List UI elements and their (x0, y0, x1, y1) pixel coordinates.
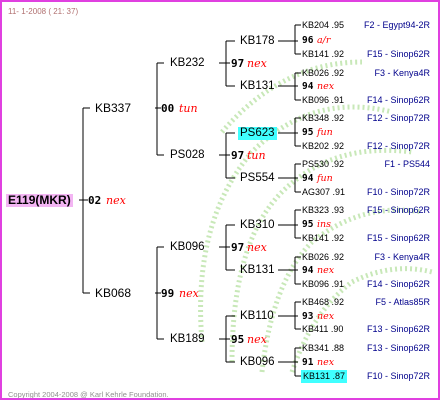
gen3-name[interactable]: PS554 (240, 172, 275, 185)
gen2-year: 97 (231, 149, 245, 162)
gen4-name[interactable]: KB323 .93 (302, 204, 344, 217)
gen3-name[interactable]: KB310 (240, 219, 275, 232)
gen4-name[interactable]: KB141 .92 (302, 48, 344, 61)
gen4-name[interactable]: KB026 .92 (302, 67, 344, 80)
gen4-race: F12 - Sinop72R (366, 113, 430, 123)
gen4-race: F13 - Sinop62R (366, 343, 430, 353)
gen4-race: F5 - Atlas85R (375, 297, 430, 307)
gen4-name[interactable]: KB096 .91 (302, 94, 344, 107)
gen2-year: 95 (231, 333, 245, 346)
gen2-note: nex (247, 241, 267, 254)
gen2-year: 97 (231, 241, 245, 254)
root-note: nex (106, 194, 126, 207)
gen4-race: F10 - Sinop72R (366, 371, 430, 381)
sire-year: 00 (161, 102, 175, 115)
gen3-note: nex (317, 81, 335, 92)
gen2-name[interactable]: KB189 (170, 333, 205, 346)
gen2-name[interactable]: KB096 (170, 241, 205, 254)
gen4-name[interactable]: AG307 .91 (302, 186, 345, 199)
gen4-race: F13 - Sinop62R (366, 324, 430, 334)
dam-name[interactable]: KB068 (95, 287, 131, 300)
gen3-name[interactable]: KB096 (240, 356, 275, 369)
gen3-note: fun (317, 127, 333, 138)
gen3-note: a/r (317, 35, 331, 46)
gen3-name[interactable]: KB131 (240, 264, 275, 277)
gen3-note: nex (317, 311, 335, 322)
dam-note: nex (179, 287, 199, 300)
root-name[interactable]: E119(MKR) (6, 194, 73, 207)
gen4-race: F12 - Sinop72R (366, 141, 430, 151)
gen2-note: tun (247, 149, 266, 162)
gen3-name[interactable]: KB131 (240, 80, 275, 93)
gen4-race: F10 - Sinop72R (366, 187, 430, 197)
gen4-name[interactable]: KB468 .92 (302, 296, 344, 309)
gen4-name[interactable]: PS530 .92 (302, 158, 344, 171)
gen3-year: 93 (302, 311, 314, 322)
gen3-year: 94 (302, 265, 314, 276)
gen3-year: 91 (302, 357, 314, 368)
gen2-note: nex (247, 333, 267, 346)
root-year: 02 (88, 194, 102, 207)
gen4-race: F2 - Egypt94-2R (363, 20, 430, 30)
dam-year: 99 (161, 287, 175, 300)
gen3-name[interactable]: KB110 (240, 310, 274, 323)
gen4-race: F14 - Sinop62R (366, 95, 430, 105)
gen4-race: F14 - Sinop62R (366, 279, 430, 289)
gen4-name[interactable]: KB204 .95 (302, 19, 344, 32)
gen4-name[interactable]: KB411 .90 (302, 323, 343, 336)
timestamp-header: 11- 1-2008 ( 21: 37) (8, 7, 79, 16)
gen3-year: 95 (302, 127, 314, 138)
gen2-year: 97 (231, 57, 245, 70)
gen4-name[interactable]: KB141 .92 (302, 232, 344, 245)
sire-note: tun (179, 102, 198, 115)
sire-name[interactable]: KB337 (95, 102, 131, 115)
gen3-year: 95 (302, 219, 314, 230)
gen3-note: ins (317, 219, 332, 230)
pedigree-frame: 11- 1-2008 ( 21: 37) E119(MKR) 02 nex KB… (0, 0, 440, 400)
gen4-race: F3 - Kenya4R (374, 68, 430, 78)
gen4-race: F1 - PS544 (384, 159, 430, 169)
gen3-note: nex (317, 357, 335, 368)
copyright-footer: Copyright 2004-2008 @ Karl Kehrle Founda… (8, 390, 169, 399)
gen3-year: 94 (302, 81, 314, 92)
gen4-name[interactable]: KB026 .92 (302, 251, 344, 264)
gen4-name[interactable]: KB348 .92 (302, 112, 344, 125)
gen4-race: F3 - Kenya4R (374, 252, 430, 262)
gen4-race: F15 - Sinop62R (366, 205, 430, 215)
gen2-name[interactable]: KB232 (170, 57, 205, 70)
gen3-name-highlighted[interactable]: PS623 (238, 127, 277, 140)
gen3-year: 96 (302, 35, 314, 46)
gen3-note: fun (317, 173, 333, 184)
gen3-name[interactable]: KB178 (240, 35, 275, 48)
gen4-name-highlighted[interactable]: KB131 .87 (301, 370, 348, 383)
gen4-name[interactable]: KB202 .92 (302, 140, 344, 153)
gen4-name[interactable]: KB096 .91 (302, 278, 344, 291)
gen2-note: nex (247, 57, 267, 70)
gen3-note: nex (317, 265, 335, 276)
gen3-year: 94 (302, 173, 314, 184)
gen4-race: F15 - Sinop62R (366, 233, 430, 243)
gen4-name[interactable]: KB341 .88 (302, 342, 344, 355)
gen2-name[interactable]: PS028 (170, 149, 205, 162)
gen4-race: F15 - Sinop62R (366, 49, 430, 59)
